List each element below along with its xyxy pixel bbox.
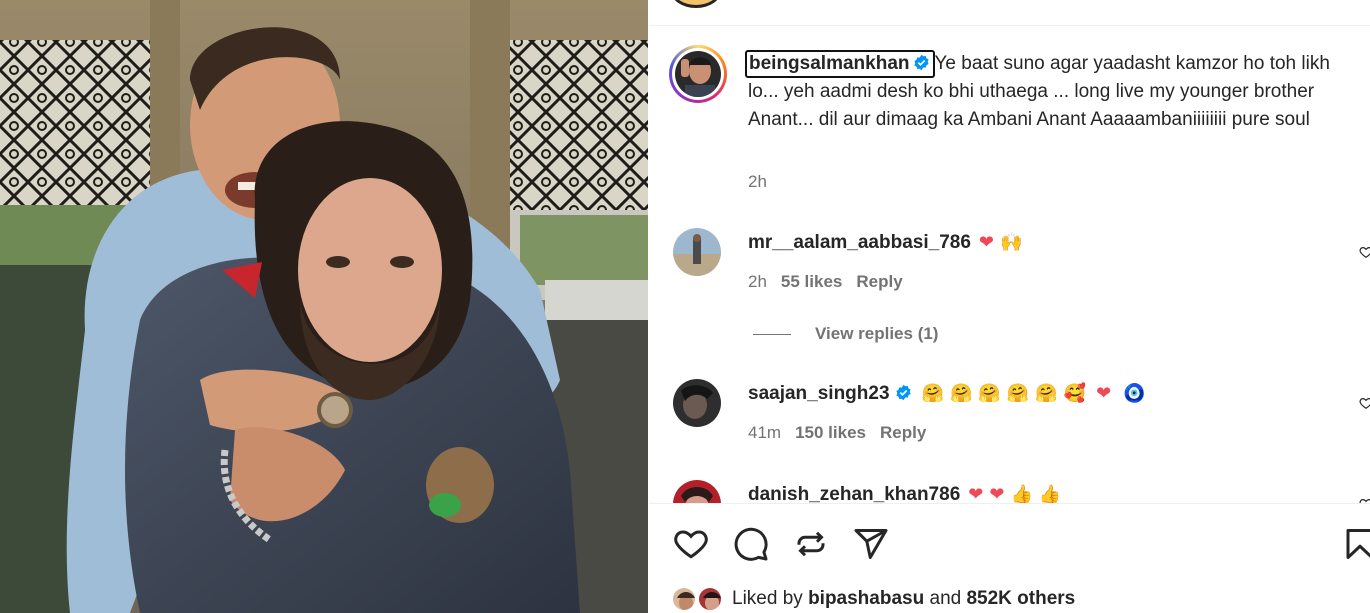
hugging-face-emoji: 🤗 bbox=[949, 383, 973, 404]
comment-likes[interactable]: 55 likes bbox=[781, 272, 842, 291]
heart-emoji: ❤ bbox=[1096, 383, 1112, 404]
post-detail-panel: beingsalmankhan Ye baat suno agar yaadash… bbox=[649, 0, 1370, 613]
share-icon[interactable] bbox=[853, 526, 889, 562]
liker-avatar[interactable] bbox=[697, 586, 723, 612]
comment-body: saajan_singh23 🤗 🤗 🤗 🤗 🤗 🥰 ❤ 🧿 bbox=[748, 383, 1152, 405]
raised-hands-emoji: 🙌 bbox=[999, 232, 1023, 253]
caption-time[interactable]: 2h bbox=[748, 172, 767, 192]
hugging-face-emoji: 🤗 bbox=[921, 383, 944, 404]
post-header-strip bbox=[649, 0, 1370, 26]
comment-meta: 2h 55 likes Reply bbox=[748, 272, 903, 292]
comment-avatar[interactable] bbox=[673, 379, 721, 427]
hugging-face-emoji: 🤗 bbox=[1006, 383, 1030, 404]
comment-likes[interactable]: 150 likes bbox=[795, 423, 866, 442]
comment-icon[interactable] bbox=[733, 526, 769, 562]
author-username[interactable]: beingsalmankhan bbox=[749, 53, 910, 74]
likes-prefix: Liked by bbox=[732, 588, 803, 609]
heart-emoji: ❤ bbox=[989, 484, 1005, 505]
comment-like-heart-icon[interactable] bbox=[1359, 245, 1370, 259]
thumbs-up-emoji: 👍 bbox=[1010, 484, 1033, 505]
hugging-face-emoji: 🤗 bbox=[978, 383, 1001, 404]
comment-reply-button[interactable]: Reply bbox=[880, 423, 926, 442]
comment-username[interactable]: mr__aalam_aabbasi_786 bbox=[748, 232, 971, 253]
heart-emoji: ❤ bbox=[968, 484, 984, 505]
post-action-bar: Liked by bipashabasu and 852K others bbox=[649, 503, 1370, 613]
comment-username[interactable]: saajan_singh23 bbox=[748, 383, 890, 404]
post-photo-illustration bbox=[0, 0, 648, 613]
author-avatar-ring[interactable] bbox=[669, 45, 727, 103]
comment-username[interactable]: danish_zehan_khan786 bbox=[748, 484, 960, 505]
header-avatar[interactable] bbox=[671, 0, 721, 8]
liker-username[interactable]: bipashabasu bbox=[808, 588, 924, 609]
verified-badge-icon bbox=[895, 384, 911, 401]
thumbs-up-emoji: 👍 bbox=[1038, 484, 1062, 505]
heart-emoji: ❤ bbox=[978, 232, 994, 253]
post-caption: beingsalmankhan Ye baat suno agar yaadash… bbox=[745, 50, 1348, 134]
view-replies-button[interactable]: View replies (1) bbox=[753, 324, 938, 344]
nazar-amulet-emoji: 🧿 bbox=[1123, 383, 1146, 404]
comment-time[interactable]: 2h bbox=[748, 272, 767, 291]
repost-icon[interactable] bbox=[793, 526, 829, 562]
post-photo[interactable] bbox=[0, 0, 648, 613]
likes-middle: and bbox=[929, 588, 962, 609]
author-avatar bbox=[675, 51, 721, 97]
comment-like-heart-icon[interactable] bbox=[1359, 396, 1370, 410]
comment-avatar[interactable] bbox=[673, 228, 721, 276]
comment-meta: 41m 150 likes Reply bbox=[748, 423, 926, 443]
comment-reply-button[interactable]: Reply bbox=[856, 272, 902, 291]
comment-time[interactable]: 41m bbox=[748, 423, 781, 442]
view-replies-label: View replies (1) bbox=[815, 324, 939, 343]
likes-count[interactable]: 852K others bbox=[966, 588, 1075, 609]
likes-summary: Liked by bipashabasu and 852K others bbox=[732, 588, 1075, 610]
comment-body: mr__aalam_aabbasi_786 ❤ 🙌 bbox=[748, 232, 1028, 254]
liker-avatar[interactable] bbox=[671, 586, 697, 612]
verified-badge-icon bbox=[913, 54, 929, 71]
save-icon[interactable] bbox=[1342, 526, 1370, 562]
smiling-face-with-hearts-emoji: 🥰 bbox=[1063, 383, 1087, 404]
heart-icon[interactable] bbox=[673, 526, 709, 562]
hugging-face-emoji: 🤗 bbox=[1035, 383, 1058, 404]
view-replies-dash bbox=[753, 334, 791, 336]
